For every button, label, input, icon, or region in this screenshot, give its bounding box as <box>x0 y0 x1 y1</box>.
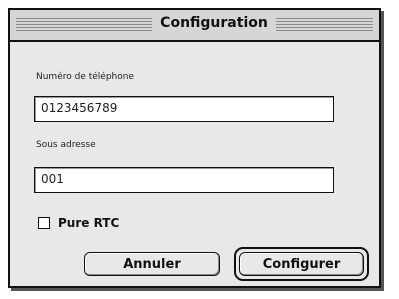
cancel-button[interactable]: Annuler <box>84 252 220 276</box>
phone-label: Numéro de téléphone <box>36 72 134 82</box>
title-bar-stripes-left <box>16 18 152 32</box>
title-bar-stripes-right <box>267 18 373 32</box>
configure-button[interactable]: Configurer <box>239 252 364 276</box>
phone-field[interactable]: 0123456789 <box>34 96 334 122</box>
subaddress-field[interactable]: 001 <box>34 167 334 193</box>
title-bar[interactable]: Configuration <box>10 10 379 42</box>
pure-rtc-option[interactable]: Pure RTC <box>38 214 119 232</box>
pure-rtc-label: Pure RTC <box>58 216 120 230</box>
subaddress-label: Sous adresse <box>36 140 96 150</box>
pure-rtc-checkbox[interactable] <box>38 217 50 229</box>
dialog-title: Configuration <box>152 15 276 31</box>
configuration-dialog: Configuration Numéro de téléphone 012345… <box>8 8 381 288</box>
